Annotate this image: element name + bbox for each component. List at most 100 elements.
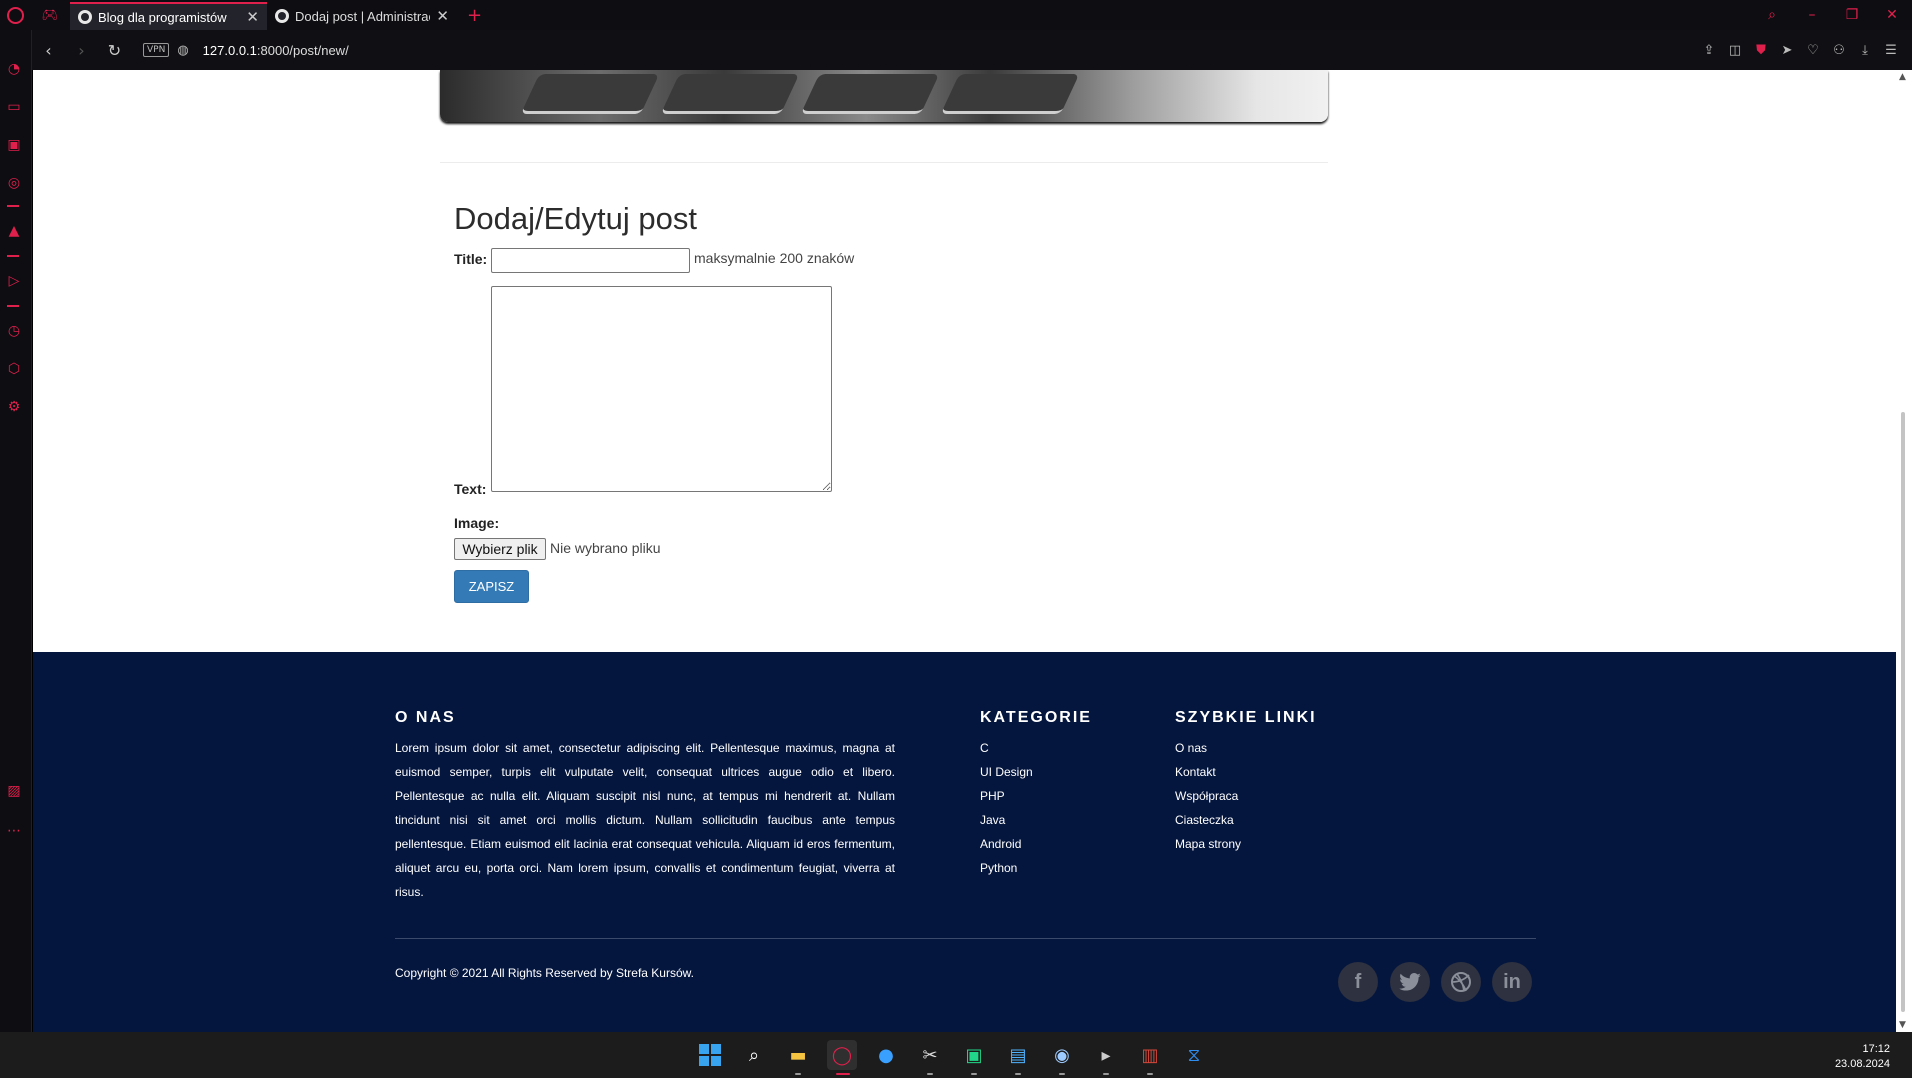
linkedin-icon[interactable]: in xyxy=(1492,962,1532,1002)
profile-icon[interactable]: ⚇ xyxy=(1826,43,1852,58)
windows-taskbar: ⌕ ▬ ◯ ● ✂ ▣ ▤ ◉ ▸ ▥ ⧖ 17:12 23.08.2024 xyxy=(0,1032,1912,1078)
twitter-icon[interactable] xyxy=(1390,962,1430,1002)
heart-icon[interactable]: ♡ xyxy=(1800,43,1826,58)
close-tab-icon[interactable]: ✕ xyxy=(436,7,449,25)
page-scrollbar[interactable]: ▲ ▼ xyxy=(1896,70,1912,1032)
category-link[interactable]: PHP xyxy=(980,784,1033,808)
keyboard-key xyxy=(800,74,940,114)
category-link[interactable]: UI Design xyxy=(980,760,1033,784)
history-icon[interactable]: ◷ xyxy=(3,320,25,342)
vpn-badge[interactable]: VPN xyxy=(143,43,170,57)
more-icon[interactable]: ⋯ xyxy=(3,820,25,842)
settings-icon[interactable]: ⚙ xyxy=(3,396,25,418)
gamepad-icon[interactable]: 🎮︎ xyxy=(30,0,70,30)
save-button[interactable]: ZAPISZ xyxy=(454,570,529,603)
new-tab-button[interactable]: + xyxy=(467,5,482,26)
close-tab-icon[interactable]: ✕ xyxy=(246,8,259,26)
easy-setup-icon[interactable]: ☰ xyxy=(1878,43,1904,58)
running-indicator xyxy=(971,1073,977,1075)
sidebar-separator xyxy=(7,205,19,207)
clock-time: 17:12 xyxy=(1862,1043,1890,1055)
tab-blog[interactable]: Blog dla programistów ✕ xyxy=(70,2,267,30)
adblock-shield-icon[interactable]: ⛊ xyxy=(1748,43,1774,58)
url-field[interactable]: 127.0.0.1:8000/post/new/ xyxy=(203,43,349,58)
instagram-icon[interactable]: ◎ xyxy=(3,172,25,194)
restore-icon[interactable]: ❐ xyxy=(1832,7,1872,23)
running-indicator xyxy=(1015,1073,1021,1075)
minimize-icon[interactable]: – xyxy=(1792,7,1832,23)
wallpaper-icon[interactable]: ▨ xyxy=(3,780,25,802)
active-indicator xyxy=(836,1073,850,1075)
speed-dial-icon[interactable]: ◔ xyxy=(3,58,25,80)
category-link[interactable]: Python xyxy=(980,856,1033,880)
send-icon[interactable]: ➤ xyxy=(1774,43,1800,58)
steam-icon[interactable]: ◉ xyxy=(1047,1040,1077,1070)
quick-links-list: O nas Kontakt Współpraca Ciasteczka Mapa… xyxy=(1175,736,1241,856)
download-icon[interactable]: ⤓ xyxy=(1852,43,1878,58)
globe-icon xyxy=(275,9,289,23)
tab-admin[interactable]: Dodaj post | Administracja ✕ xyxy=(267,2,457,30)
aria-icon[interactable]: ▲ xyxy=(3,220,25,242)
scrollbar-thumb[interactable] xyxy=(1901,412,1905,1012)
copyright-text: Copyright © 2021 All Rights Reserved by … xyxy=(395,966,694,980)
window-controls: ⌕ – ❐ ✕ xyxy=(1752,0,1912,30)
tab-title: Blog dla programistów xyxy=(98,9,227,25)
image-label: Image: xyxy=(454,515,500,531)
scroll-down-icon[interactable]: ▼ xyxy=(1899,1020,1906,1030)
opera-menu-icon[interactable] xyxy=(0,0,30,30)
pycharm-icon[interactable]: ▣ xyxy=(959,1040,989,1070)
site-info-icon[interactable]: ◍ xyxy=(177,43,188,58)
search-icon[interactable]: ⌕ xyxy=(739,1040,769,1070)
player-icon[interactable]: ▷ xyxy=(3,270,25,292)
category-link[interactable]: C xyxy=(980,736,1033,760)
extensions-icon[interactable]: ⬡ xyxy=(3,358,25,380)
page-viewport: Dodaj/Edytuj post Title: maksymalnie 200… xyxy=(33,70,1896,1032)
terminal-icon[interactable]: ▸ xyxy=(1091,1040,1121,1070)
discord-like-icon[interactable]: ● xyxy=(871,1040,901,1070)
winrar-icon[interactable]: ▥ xyxy=(1135,1040,1165,1070)
vscode-icon[interactable]: ⧖ xyxy=(1179,1040,1209,1070)
running-indicator xyxy=(795,1073,801,1075)
quick-link[interactable]: Kontakt xyxy=(1175,760,1241,784)
twitch-icon[interactable]: ▣ xyxy=(3,134,25,156)
site-footer: O NAS Lorem ipsum dolor sit amet, consec… xyxy=(33,652,1896,1032)
text-label: Text: xyxy=(454,481,487,497)
category-link[interactable]: Java xyxy=(980,808,1033,832)
quick-link[interactable]: Współpraca xyxy=(1175,784,1241,808)
shopping-icon[interactable]: ▭ xyxy=(3,96,25,118)
title-input[interactable] xyxy=(491,248,690,273)
opera-icon[interactable]: ◯ xyxy=(827,1040,857,1070)
search-tabs-icon[interactable]: ⌕ xyxy=(1752,7,1792,23)
content-divider xyxy=(440,162,1328,163)
share-icon[interactable]: ⇪ xyxy=(1696,43,1722,58)
quick-link[interactable]: Mapa strony xyxy=(1175,832,1241,856)
category-link[interactable]: Android xyxy=(980,832,1033,856)
back-icon[interactable]: ‹ xyxy=(32,41,65,60)
running-indicator xyxy=(1059,1073,1065,1075)
keyboard-key xyxy=(660,74,800,114)
running-indicator xyxy=(927,1073,933,1075)
categories-list: C UI Design PHP Java Android Python xyxy=(980,736,1033,880)
keyboard-key xyxy=(940,74,1080,114)
browser-tab-bar: 🎮︎ Blog dla programistów ✕ Dodaj post | … xyxy=(0,0,1912,30)
reload-icon[interactable]: ↻ xyxy=(98,41,131,60)
forward-icon[interactable]: › xyxy=(65,41,98,60)
file-explorer-icon[interactable]: ▬ xyxy=(783,1040,813,1070)
snipping-tool-icon[interactable]: ✂ xyxy=(915,1040,945,1070)
quick-link[interactable]: Ciasteczka xyxy=(1175,808,1241,832)
quick-link[interactable]: O nas xyxy=(1175,736,1241,760)
notepad-icon[interactable]: ▤ xyxy=(1003,1040,1033,1070)
scroll-up-icon[interactable]: ▲ xyxy=(1899,72,1906,82)
dribbble-icon[interactable] xyxy=(1441,962,1481,1002)
facebook-icon[interactable]: f xyxy=(1338,962,1378,1002)
sidebar-separator xyxy=(7,255,19,257)
snapshot-icon[interactable]: ◫ xyxy=(1722,43,1748,58)
system-clock[interactable]: 17:12 23.08.2024 xyxy=(1835,1042,1890,1072)
start-icon[interactable] xyxy=(695,1040,725,1070)
close-window-icon[interactable]: ✕ xyxy=(1872,7,1912,23)
title-help-text: maksymalnie 200 znaków xyxy=(694,250,855,266)
text-textarea[interactable] xyxy=(491,286,832,492)
sidebar-separator xyxy=(7,305,19,307)
choose-file-button[interactable]: Wybierz plik xyxy=(454,538,546,560)
running-indicator xyxy=(1103,1073,1109,1075)
